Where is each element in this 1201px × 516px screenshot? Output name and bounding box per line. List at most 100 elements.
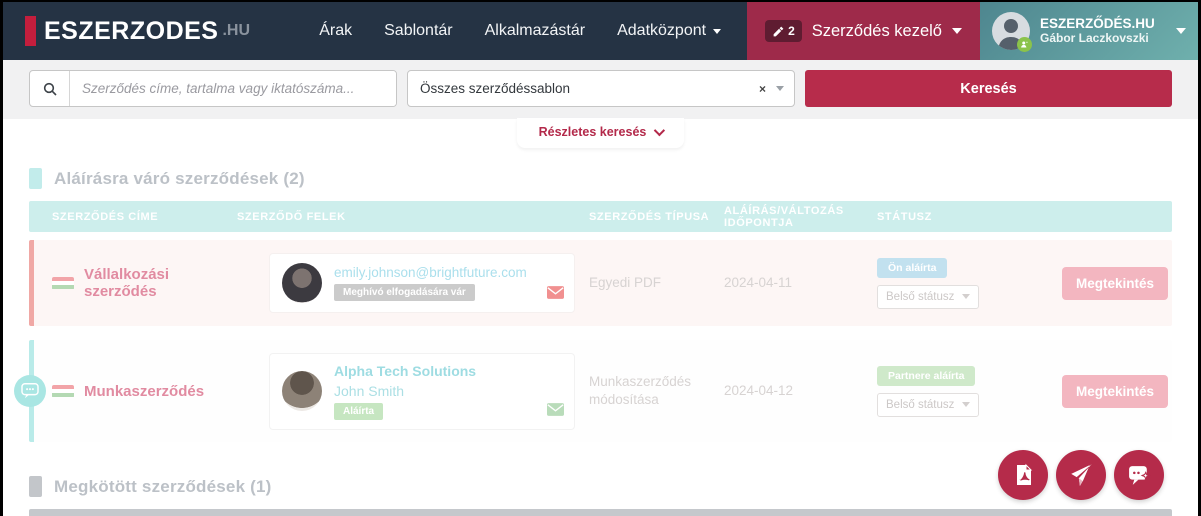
contract-count-badge: 2 [765,20,802,42]
status-cell: Partnere aláírta Belső státusz [877,366,1062,417]
chat-sparkle-icon [1127,463,1152,488]
column-header-title: SZERZŐDÉS CÍME [29,211,237,223]
pending-section-title: Aláírásra váró szerződések (2) [54,169,305,189]
chat-bubble-icon[interactable] [14,375,46,407]
chevron-down-icon [952,28,962,34]
contract-type: Munkaszerződés módosítása [589,373,724,409]
concluded-section-title: Megkötött szerződések (1) [54,477,272,497]
contract-count: 2 [788,24,795,38]
chevron-down-icon [962,294,970,299]
contract-date: 2024-04-11 [724,274,877,292]
chevron-down-icon [776,86,784,91]
advanced-search-label: Részletes keresés [539,125,647,139]
avatar [992,12,1030,50]
contract-date: 2024-04-12 [724,382,877,400]
nav-item-sablontar[interactable]: Sablontár [384,22,453,40]
pending-section-header: Aláírásra váró szerződések (2) [29,168,1172,189]
internal-status-value: Belső státusz [886,291,954,303]
parties-cell: Alpha Tech Solutions John Smith Aláírta [237,353,589,430]
floating-action-buttons [998,450,1164,500]
advanced-search-toggle[interactable]: Részletes keresés [517,118,685,148]
pdf-file-icon [1011,463,1035,487]
chevron-down-icon [654,125,665,136]
user-info: ESZERZŐDÉS.HU Gábor Laczkovszki [1040,16,1155,45]
party-avatar [282,371,322,411]
chevron-down-icon [962,402,970,407]
internal-status-select[interactable]: Belső státusz [877,285,979,309]
column-header-status: STÁTUSZ [877,211,1062,223]
send-button[interactable] [1056,450,1106,500]
chevron-down-icon [713,29,721,34]
clear-filter-icon[interactable]: × [759,82,766,96]
brand-logo[interactable]: ESZERZODES .HU [3,2,250,60]
search-input[interactable] [70,71,396,106]
action-cell: Megtekintés [1062,267,1182,300]
user-menu[interactable]: ESZERZŐDÉS.HU Gábor Laczkovszki [980,2,1198,60]
online-status-icon [1017,37,1032,52]
search-bar: Összes szerződéssablon × Keresés [3,60,1198,119]
nav-item-adatkozpont[interactable]: Adatközpont [617,22,721,40]
status-badge: Partnere aláírta [877,366,975,386]
search-icon [30,71,70,106]
paper-plane-icon [1068,462,1094,488]
table-row: Munkaszerződés Alpha Tech Solutions John… [29,340,1172,442]
brand-logo-mark [25,16,36,46]
contract-title-link[interactable]: Munkaszerződés [84,383,204,400]
user-org-name: ESZERZŐDÉS.HU [1040,16,1155,32]
view-button[interactable]: Megtekintés [1062,375,1168,408]
section-marker [29,168,42,189]
user-full-name: Gábor Laczkovszki [1040,32,1155,46]
parties-cell: emily.johnson@brightfuture.com Meghívó e… [237,253,589,313]
nav-item-label: Árak [319,22,352,40]
party-company: Alpha Tech Solutions [334,363,476,379]
brand-logo-text: ESZERZODES [44,17,218,46]
column-header-parties: SZERZŐDŐ FELEK [237,211,589,223]
envelope-icon[interactable] [547,286,564,304]
nav-item-label: Adatközpont [617,22,706,40]
column-header-date: ALÁÍRÁS/VÁLTOZÁS IDŐPONTJA [724,205,877,229]
contract-title-link[interactable]: Vállalkozási szerződés [84,266,237,300]
template-filter-value: Összes szerződéssablon [420,81,759,96]
template-filter-select[interactable]: Összes szerződéssablon × [407,70,795,107]
contracts-table-header: SZERZŐDÉS CÍME SZERZŐDŐ FELEK SZERZŐDÉS … [29,201,1172,232]
nav-item-alkalmazastar[interactable]: Alkalmazástár [485,22,585,40]
internal-status-select[interactable]: Belső státusz [877,393,979,417]
envelope-icon[interactable] [547,403,564,421]
table-row: Vállalkozási szerződés emily.johnson@bri… [29,240,1172,326]
party-info: Alpha Tech Solutions John Smith Aláírta [334,363,476,420]
contract-title-cell: Munkaszerződés [34,383,237,400]
party-status-badge: Meghívó elfogadására vár [334,284,475,301]
chat-assistant-button[interactable] [1114,450,1164,500]
nav-item-label: Sablontár [384,22,453,40]
action-cell: Megtekintés [1062,375,1182,408]
signature-pen-icon [772,25,785,38]
party-avatar [282,263,322,303]
party-card[interactable]: emily.johnson@brightfuture.com Meghívó e… [269,253,575,313]
search-input-group [29,70,397,107]
hungarian-flag-icon [52,277,74,290]
view-button[interactable]: Megtekintés [1062,267,1168,300]
party-info: emily.johnson@brightfuture.com Meghívó e… [334,265,527,301]
contract-manager-menu[interactable]: 2 Szerződés kezelő [747,2,980,60]
top-navbar: ESZERZODES .HU Árak Sablontár Alkalmazás… [3,2,1198,60]
concluded-table-header [29,509,1172,516]
pdf-download-button[interactable] [998,450,1048,500]
party-card[interactable]: Alpha Tech Solutions John Smith Aláírta [269,353,575,430]
party-status-badge: Aláírta [334,403,383,420]
search-button[interactable]: Keresés [805,70,1172,107]
hungarian-flag-icon [52,385,74,398]
brand-logo-suffix: .HU [222,22,250,40]
section-marker [29,476,42,497]
nav-item-arak[interactable]: Árak [319,22,352,40]
internal-status-value: Belső státusz [886,399,954,411]
main-nav: Árak Sablontár Alkalmazástár Adatközpont [319,2,747,60]
nav-item-label: Alkalmazástár [485,22,585,40]
column-header-type: SZERZŐDÉS TÍPUSA [589,211,724,223]
party-person-name: John Smith [334,383,476,399]
party-email: emily.johnson@brightfuture.com [334,265,527,280]
contract-manager-label: Szerződés kezelő [812,22,942,41]
contract-title-cell: Vállalkozási szerződés [34,266,237,300]
chevron-down-icon [1176,28,1186,34]
status-cell: Ön aláírta Belső státusz [877,258,1062,309]
status-badge: Ön aláírta [877,258,947,278]
